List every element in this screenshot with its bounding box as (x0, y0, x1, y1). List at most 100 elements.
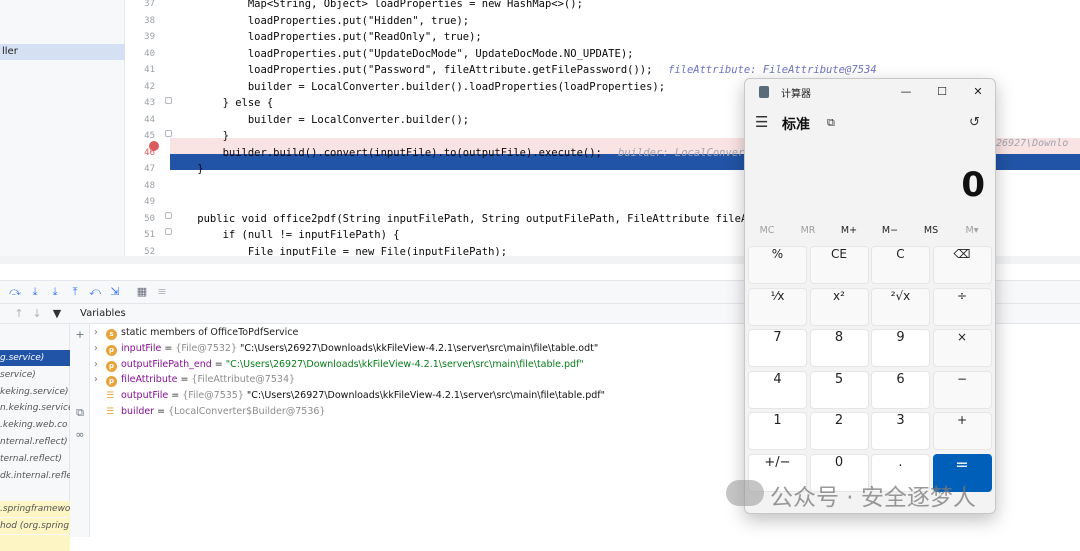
code-line[interactable]: if (null != inputFilePath) { (172, 227, 400, 244)
step-into-icon[interactable]: ⤓ (28, 285, 42, 299)
step-over-icon[interactable]: ⤼ (8, 285, 22, 299)
project-tree-selected-item[interactable]: ller (0, 44, 125, 60)
down-arrow-icon[interactable]: ↓ (30, 307, 44, 321)
backspace-key[interactable]: ⌫ (932, 246, 992, 284)
code-line[interactable]: } (172, 128, 229, 145)
variable-row[interactable]: › p outputFilePath_end = "C:\Users\26927\D… (94, 357, 584, 373)
add-watch-icon[interactable]: + (73, 328, 87, 342)
expand-arrow-icon[interactable]: › (94, 357, 106, 373)
stack-frame-item[interactable]: g.service) (0, 350, 70, 366)
run-to-cursor-icon[interactable]: ⇲ (108, 285, 122, 299)
digit-1-key[interactable]: 1 (748, 412, 807, 450)
fold-icon[interactable] (165, 130, 172, 137)
line-number: 41 (144, 65, 155, 75)
glasses-icon[interactable]: ∞ (73, 428, 87, 442)
calculator-app-icon (759, 86, 769, 98)
code-line[interactable]: Map<String, Object> loadProperties = new… (172, 0, 583, 13)
reciprocal-key[interactable]: ¹⁄x (748, 287, 807, 326)
variable-row[interactable]: › p inputFile = {File@7532} "C:\Users\2692… (94, 341, 598, 357)
stack-frame-item[interactable]: .springframewo (0, 501, 70, 518)
inline-debug-hint: s\26927\Downlo (984, 138, 1069, 149)
memory-button[interactable]: M+ (829, 225, 869, 236)
fold-icon[interactable] (165, 212, 172, 219)
code-line[interactable]: } (172, 161, 203, 178)
digit-6-key[interactable]: 6 (871, 370, 930, 409)
expand-arrow-icon[interactable]: › (94, 325, 106, 341)
line-number: 39 (144, 32, 155, 42)
code-line[interactable]: loadProperties.put("UpdateDocMode", Upda… (172, 46, 634, 63)
stack-frame-item[interactable]: dk.internal.refle (0, 468, 70, 484)
variable-separator: = (161, 342, 176, 354)
plus-key[interactable]: + (932, 412, 992, 450)
parameter-icon: p (106, 360, 117, 372)
memory-button[interactable]: M▾ (952, 225, 992, 236)
variable-row[interactable]: › s static members of OfficeToPdfService (94, 325, 298, 341)
square-key[interactable]: x² (809, 287, 869, 326)
digit-2-key[interactable]: 2 (809, 412, 869, 450)
square-root-key[interactable]: ²√x (871, 287, 930, 326)
close-button[interactable]: ✕ (967, 83, 989, 101)
variable-name: inputFile (121, 342, 162, 354)
stack-frame-item[interactable]: keking.service) (0, 384, 70, 400)
copy-icon[interactable]: ⧉ (73, 406, 87, 420)
memory-button[interactable]: MC (747, 225, 787, 236)
line-number: 38 (144, 15, 155, 26)
stack-frame-item[interactable] (0, 534, 70, 551)
stack-frame-item[interactable]: n.keking.service (0, 400, 70, 416)
minimize-button[interactable]: — (895, 83, 917, 101)
digit-3-key[interactable]: 3 (871, 412, 930, 450)
code-line[interactable]: loadProperties.put("ReadOnly", true); (172, 29, 482, 46)
digit-5-key[interactable]: 5 (809, 370, 869, 409)
multiply-key[interactable]: × (932, 329, 992, 367)
variable-separator: = (154, 406, 169, 417)
digit-8-key[interactable]: 8 (809, 329, 869, 367)
memory-button[interactable]: MS (911, 225, 951, 236)
minus-key[interactable]: − (932, 370, 992, 409)
clear-key[interactable]: C (871, 246, 930, 284)
drop-frame-icon[interactable]: ⤺ (88, 285, 102, 299)
code-line[interactable]: loadProperties.put("Password", fileAttri… (172, 62, 653, 79)
digit-7-key[interactable]: 7 (748, 329, 807, 367)
code-line[interactable]: builder = LocalConverter.builder().loadP… (172, 79, 665, 96)
code-line[interactable]: loadProperties.put("Hidden", true); (172, 13, 469, 30)
fold-icon[interactable] (165, 228, 172, 235)
force-step-into-icon[interactable]: ⤓ (48, 285, 62, 299)
stack-frame-item[interactable] (0, 484, 70, 500)
memory-button[interactable]: MR (788, 225, 828, 236)
hamburger-menu-icon[interactable]: ☰ (755, 113, 768, 131)
maximize-button[interactable]: ☐ (931, 83, 953, 101)
code-line[interactable]: builder.build().convert(inputFile).to(ou… (172, 145, 602, 162)
line-number: 52 (144, 246, 155, 257)
code-line[interactable]: } else { (172, 95, 274, 112)
variable-separator: = (211, 358, 226, 370)
code-line[interactable]: builder = LocalConverter.builder(); (172, 112, 469, 129)
expand-arrow-icon[interactable]: › (94, 372, 106, 388)
evaluate-expression-icon[interactable]: ▦ (135, 285, 149, 299)
expand-arrow-icon[interactable]: › (94, 341, 106, 357)
calculator-titlebar[interactable]: 计算器 — ☐ ✕ (745, 79, 995, 105)
parameter-icon: p (106, 344, 117, 356)
code-line[interactable]: public void office2pdf(String inputFileP… (172, 211, 747, 228)
stack-frame-item[interactable]: nternal.reflect) (0, 434, 70, 450)
percent-key[interactable]: % (748, 246, 807, 284)
memory-button[interactable]: M− (870, 225, 910, 236)
clear-entry-key[interactable]: CE (809, 246, 869, 284)
stack-frame-item[interactable]: hod (org.spring (0, 518, 70, 534)
digit-9-key[interactable]: 9 (871, 329, 930, 367)
trace-icon[interactable]: ≡ (155, 285, 169, 299)
digit-4-key[interactable]: 4 (748, 370, 807, 409)
keep-on-top-icon[interactable]: ⧉ (827, 116, 835, 130)
divide-key[interactable]: ÷ (932, 287, 992, 326)
stack-frame-item[interactable]: ternal.reflect) (0, 451, 70, 467)
stack-frame-item[interactable]: service) (0, 367, 70, 383)
fold-icon[interactable] (165, 97, 172, 104)
step-out-icon[interactable]: ⤒ (68, 285, 82, 299)
up-arrow-icon[interactable]: ↑ (12, 307, 26, 321)
calculator-display: 0 (961, 165, 985, 205)
variable-row[interactable]: › p fileAttribute = {FileAttribute@7534} (94, 372, 295, 388)
stack-frame-item[interactable]: .keking.web.co (0, 417, 70, 433)
variable-row[interactable]: ☰ builder = {LocalConverter$Builder@7536} (94, 404, 325, 420)
history-icon[interactable]: ↺ (969, 115, 980, 130)
variable-row[interactable]: ☰ outputFile = {File@7535} "C:\Users\2692… (94, 388, 605, 404)
filter-icon[interactable]: ▼ (50, 307, 64, 321)
